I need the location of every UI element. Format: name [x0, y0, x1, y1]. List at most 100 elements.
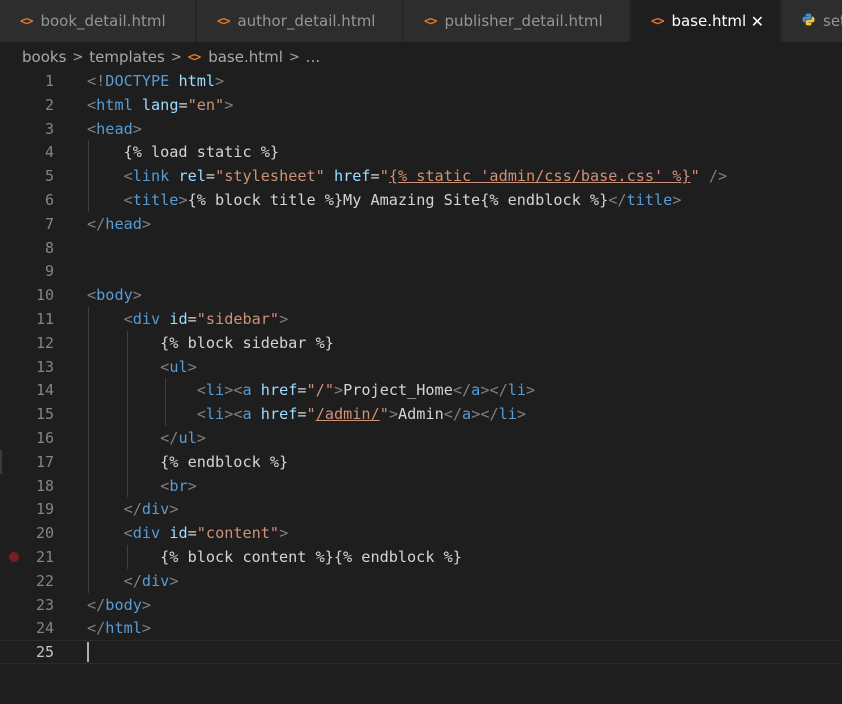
chevron-right-icon: >	[170, 49, 182, 65]
tab-label: base.html	[671, 12, 747, 30]
line-number: 3	[44, 119, 54, 138]
code-text: <br>	[160, 476, 197, 495]
code-text: <html lang="en">	[87, 95, 234, 114]
indent-guide	[88, 473, 89, 498]
code-line[interactable]: 5 <link rel="stylesheet" href="{% static…	[0, 164, 842, 188]
indent-guide	[88, 354, 89, 379]
close-icon[interactable]: ✕	[751, 12, 764, 31]
indent-guide	[88, 188, 89, 212]
tab-label: book_detail.html	[40, 12, 166, 30]
code-text: </body>	[87, 595, 152, 614]
breakpoint-icon[interactable]	[9, 552, 19, 562]
code-line[interactable]: 1 <!DOCTYPE html>	[0, 69, 842, 93]
code-line[interactable]: 24 </html>	[0, 616, 842, 640]
indent-guide	[88, 521, 89, 545]
code-line[interactable]: 10 <body>	[0, 283, 842, 307]
indent-guide	[88, 307, 89, 331]
line-number: 20	[35, 524, 54, 543]
breadcrumb: books > templates > <> base.html > ...	[22, 46, 320, 68]
line-number: 6	[44, 191, 54, 209]
html-file-icon: <>	[424, 14, 437, 28]
code-line[interactable]: 22 </div>	[0, 569, 842, 593]
code-line[interactable]: 11 <div id="sidebar">	[0, 307, 842, 331]
code-line[interactable]: 19 </div>	[0, 497, 842, 521]
line-number: 22	[35, 571, 54, 590]
indent-guide	[126, 473, 128, 498]
line-number: 24	[35, 619, 54, 638]
line-number: 18	[35, 476, 54, 495]
line-number: 25	[35, 643, 54, 662]
indent-guide	[126, 330, 128, 355]
code-line[interactable]: 6 <title>{% block title %}My Amazing Sit…	[0, 188, 842, 212]
indent-guide	[126, 354, 128, 379]
code-line[interactable]: 9	[0, 259, 842, 283]
indent-guide	[88, 568, 89, 593]
tab-label: author_detail.html	[237, 12, 376, 30]
code-text: </head>	[87, 214, 152, 233]
breadcrumb-item-symbol[interactable]: ...	[306, 48, 320, 66]
code-line[interactable]: 3 <head>	[0, 117, 842, 141]
line-number: 19	[35, 500, 54, 519]
code-text: <li><a href="/admin/">Admin</a></li>	[196, 405, 527, 424]
code-text: </div>	[123, 500, 179, 519]
code-text: </html>	[87, 619, 152, 638]
breadcrumb-item-file[interactable]: base.html	[208, 48, 283, 66]
indent-guide	[126, 378, 128, 403]
line-number: 4	[44, 143, 54, 162]
indent-guide	[88, 164, 89, 188]
code-text: <head>	[87, 119, 142, 138]
code-text: <!DOCTYPE html>	[87, 72, 225, 90]
line-number: 15	[35, 405, 54, 424]
indent-guide	[88, 545, 89, 569]
code-line[interactable]: 4 {% load static %}	[0, 140, 842, 164]
indent-guide	[88, 497, 89, 522]
code-text: <title>{% block title %}My Amazing Site{…	[123, 191, 682, 209]
indent-guide	[88, 426, 89, 450]
line-number: 8	[44, 238, 54, 257]
chevron-right-icon: >	[288, 49, 300, 65]
line-number: 11	[35, 310, 54, 328]
tab-settings[interactable]: setti	[782, 0, 842, 42]
code-line[interactable]: 7 </head>	[0, 212, 842, 236]
line-number: 23	[35, 595, 54, 614]
tab-base[interactable]: <> base.html ✕	[631, 0, 781, 42]
code-line[interactable]: 8	[0, 236, 842, 260]
chevron-right-icon: >	[72, 49, 84, 65]
line-number: 14	[35, 381, 54, 400]
code-text: {% load static %}	[87, 143, 280, 162]
html-file-icon: <>	[217, 14, 230, 28]
code-line[interactable]: 20 <div id="content">	[0, 521, 842, 545]
indent-guide	[88, 330, 89, 355]
line-number: 13	[35, 357, 54, 376]
indent-guide	[88, 402, 89, 426]
indent-guide	[88, 140, 89, 165]
line-number: 17	[35, 452, 54, 471]
code-line[interactable]: 2 <html lang="en">	[0, 93, 842, 117]
code-line[interactable]: 23 </body>	[0, 593, 842, 617]
indent-guide	[88, 378, 89, 403]
tab-book-detail[interactable]: <> book_detail.html	[0, 0, 196, 42]
tab-publisher-detail[interactable]: <> publisher_detail.html	[404, 0, 630, 42]
editor-tab-bar: <> book_detail.html <> author_detail.htm…	[0, 0, 842, 42]
tab-author-detail[interactable]: <> author_detail.html	[197, 0, 403, 42]
breadcrumb-item-templates[interactable]: templates	[89, 48, 165, 66]
html-file-icon: <>	[187, 50, 201, 64]
code-text: </div>	[123, 571, 179, 590]
breadcrumb-item-books[interactable]: books	[22, 48, 66, 66]
indent-guide	[126, 402, 128, 426]
line-number: 10	[35, 286, 54, 305]
code-line[interactable]: 25	[0, 640, 842, 665]
html-file-icon: <>	[651, 14, 664, 28]
line-number: 1	[44, 72, 54, 90]
text-cursor	[87, 642, 89, 663]
indent-guide	[126, 449, 128, 474]
indent-guide	[126, 426, 128, 450]
code-editor[interactable]: 1 <!DOCTYPE html> 2 <html lang="en"> 3 <head>…	[0, 69, 842, 704]
code-text: {% block sidebar %}	[87, 333, 334, 352]
code-text: <body>	[87, 286, 142, 305]
python-file-icon	[802, 13, 815, 30]
line-number: 9	[44, 262, 54, 281]
code-text: <link rel="stylesheet" href="{% static '…	[123, 167, 728, 186]
line-number: 2	[44, 95, 54, 114]
indent-guide	[126, 545, 128, 569]
